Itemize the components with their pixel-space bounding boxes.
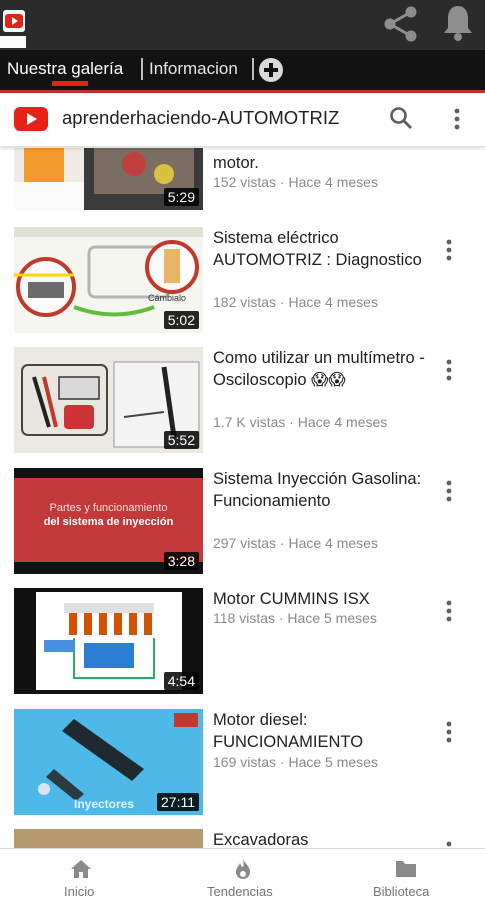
video-title[interactable]: Motor diesel: FUNCIONAMIENTO [213,709,428,753]
video-list: 5:29 motor. 152 vistas · Hace 4 meses Cá… [0,148,485,848]
more-vertical-icon[interactable] [439,598,459,624]
video-thumbnail[interactable]: 5:29 [14,148,203,210]
nav-label: Biblioteca [373,884,430,899]
more-vertical-icon[interactable] [439,719,459,745]
bottom-navigation: Inicio Tendencias Biblioteca [0,848,485,900]
video-item[interactable]: 5:29 motor. 152 vistas · Hace 4 meses [0,148,485,214]
channel-title: aprenderhaciendo-AUTOMOTRIZ [62,107,340,128]
more-vertical-icon[interactable] [445,106,469,132]
app-logo-icon[interactable] [3,10,25,32]
video-title[interactable]: Excavadoras [213,829,428,848]
more-vertical-icon[interactable] [439,237,459,263]
video-item[interactable]: 4:54 Motor CUMMINS ISX 118 vistas · Hace… [0,588,485,698]
video-thumbnail[interactable]: Cámbialo 5:02 [14,227,203,333]
video-item[interactable]: Cámbialo 5:02 Sistema eléctrico AUTOMOTR… [0,227,485,337]
more-vertical-icon[interactable] [439,357,459,383]
video-thumbnail[interactable]: Partes y funcionamiento del sistema de i… [14,468,203,574]
nav-item-inicio[interactable]: Inicio [40,849,122,900]
video-title[interactable]: Motor CUMMINS ISX [213,588,428,610]
video-title[interactable]: Sistema Inyección Gasolina: Funcionamien… [213,468,428,512]
video-thumbnail[interactable]: 5:52 [14,347,203,453]
thumbnail-caption: del sistema de inyección [43,516,174,528]
video-meta: 1.7 K vistas · Hace 4 meses [213,414,388,430]
tab-separator [141,58,143,80]
search-icon[interactable] [388,105,414,131]
thumbnail-caption: Inyectores [74,797,135,811]
video-duration: 5:02 [163,311,199,329]
video-meta: 118 vistas · Hace 5 meses [213,610,377,626]
video-title[interactable]: Como utilizar un multímetro - Osciloscop… [213,347,428,391]
channel-header: aprenderhaciendo-AUTOMOTRIZ [0,93,485,147]
thumbnail-caption: Cámbialo [148,293,187,303]
app-logo-underline [0,36,26,48]
folder-icon [396,861,416,877]
more-vertical-icon[interactable] [439,478,459,504]
video-item[interactable]: Inyectores 27:11 Motor diesel: FUNCIONAM… [0,709,485,819]
video-duration: 5:52 [163,431,199,449]
video-item[interactable]: Excavadoras [0,829,485,848]
youtube-logo-icon[interactable] [14,107,48,131]
video-meta: 169 vistas · Hace 5 meses [213,754,378,770]
video-duration: 5:29 [163,188,199,206]
video-meta: 182 vistas · Hace 4 meses [213,294,378,310]
video-title[interactable]: Sistema eléctrico AUTOMOTRIZ : Diagnosti… [213,227,428,271]
nav-item-biblioteca[interactable]: Biblioteca [366,849,446,900]
home-icon [71,860,91,878]
video-item[interactable]: 5:52 Como utilizar un multímetro - Oscil… [0,347,485,457]
tab-informacion[interactable]: Informacion [149,59,238,79]
nav-item-tendencias[interactable]: Tendencias [200,849,286,900]
video-thumbnail[interactable] [14,829,203,848]
flame-icon [236,859,250,879]
nav-label: Inicio [64,884,95,899]
video-meta: 297 vistas · Hace 4 meses [213,535,378,551]
more-vertical-icon[interactable] [439,839,459,848]
video-title[interactable]: motor. [213,152,428,174]
video-item[interactable]: Partes y funcionamiento del sistema de i… [0,468,485,578]
active-tab-indicator [52,81,88,86]
tab-nuestra-galeria[interactable]: Nuestra galería [7,59,123,79]
video-thumbnail[interactable]: 4:54 [14,588,203,694]
bell-icon[interactable] [440,3,476,43]
video-duration: 4:54 [163,672,199,690]
video-duration: 3:28 [163,552,199,570]
nav-label: Tendencias [207,884,273,899]
share-icon[interactable] [380,3,422,45]
video-thumbnail[interactable]: Inyectores 27:11 [14,709,203,815]
tab-separator [252,58,254,80]
tab-bar: Nuestra galería Informacion [0,50,485,90]
video-meta: 152 vistas · Hace 4 meses [213,174,378,190]
app-bar [0,0,485,50]
add-circle-icon[interactable] [259,58,283,82]
thumbnail-caption: Partes y funcionamiento [49,502,168,514]
video-duration: 27:11 [157,793,199,811]
